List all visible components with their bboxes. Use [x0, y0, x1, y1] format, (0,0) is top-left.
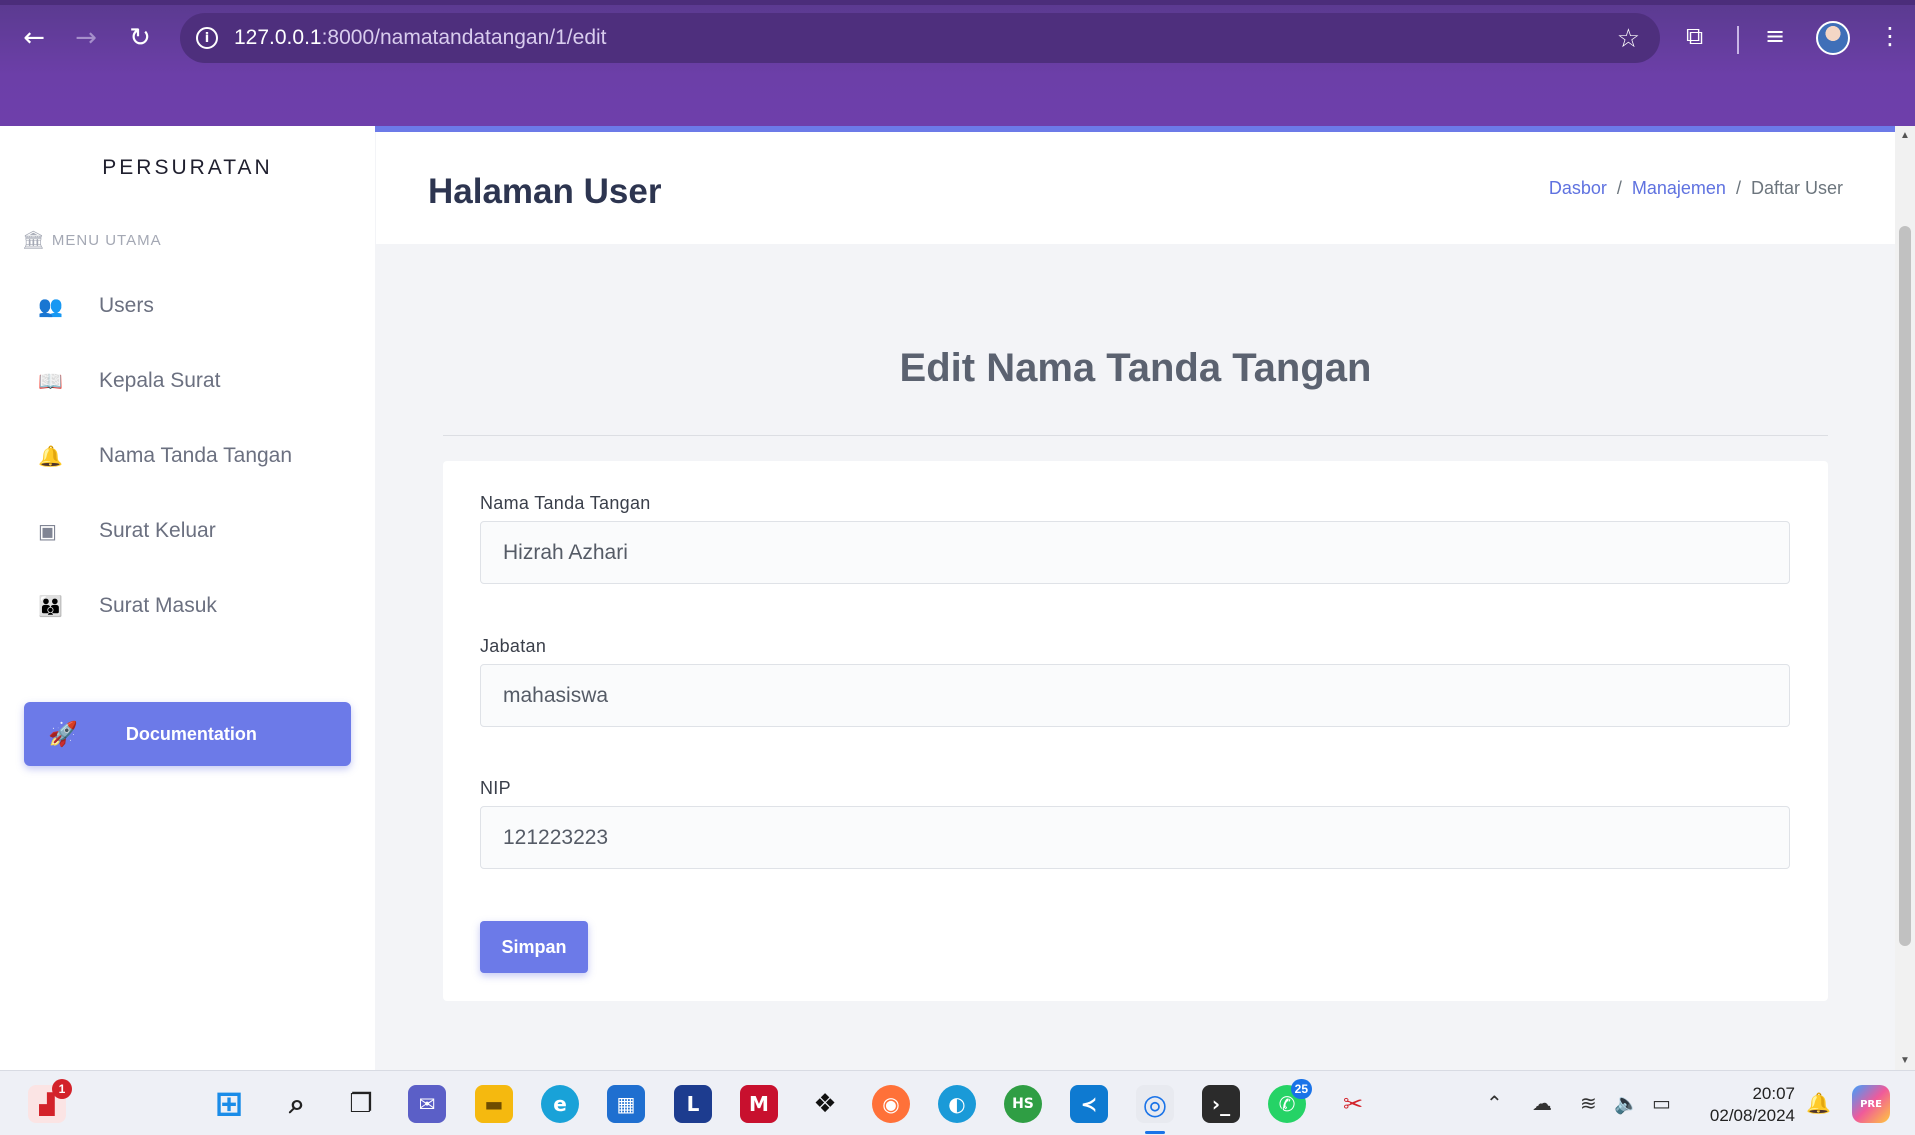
more-menu-icon[interactable]: ⋮	[1878, 22, 1902, 50]
bell-icon: 🔔	[38, 444, 63, 468]
sidebar: PERSURATAN 🏛 MENU UTAMA 👥 Users 📖 Kepala…	[0, 126, 375, 1070]
whatsapp-icon[interactable]: ✆ 25	[1268, 1079, 1312, 1123]
url-text: 127.0.0.1:8000/namatandatangan/1/edit	[234, 26, 607, 49]
snipping-tool-icon[interactable]: ✂	[1334, 1085, 1372, 1123]
page-title: Halaman User	[428, 172, 662, 211]
scroll-down-icon[interactable]: ▼	[1900, 1055, 1910, 1066]
address-bar[interactable]: i 127.0.0.1:8000/namatandatangan/1/edit …	[180, 13, 1660, 63]
edge-icon[interactable]: e	[541, 1085, 579, 1123]
sidebar-item-label: Surat Masuk	[99, 594, 217, 617]
menu-heading: 🏛 MENU UTAMA	[22, 230, 162, 251]
teams-icon[interactable]: ✉	[408, 1085, 446, 1123]
divider	[443, 435, 1828, 436]
nama-tanda-tangan-label: Nama Tanda Tangan	[480, 493, 651, 513]
edit-form-card: Nama Tanda Tangan Jabatan NIP Simpan	[443, 461, 1828, 1001]
breadcrumb-current: Daftar User	[1750, 178, 1843, 198]
menu-heading-label: MENU UTAMA	[51, 232, 162, 249]
scrollbar-thumb[interactable]	[1899, 226, 1911, 946]
profile-avatar[interactable]	[1816, 21, 1850, 55]
institution-icon: 🏛	[22, 230, 46, 251]
system-clock[interactable]: 20:07 02/08/2024	[1710, 1083, 1795, 1127]
rocket-icon: 🚀	[48, 720, 78, 748]
taskbar: ▟ 1 ⊞ ⌕ ❐ ✉ ▬ e ▦ L M ❖ ◉ ◐ HS ≺ ◎ ›_ ✆ …	[0, 1070, 1915, 1135]
store-icon[interactable]: ▦	[607, 1085, 645, 1123]
firefox-icon[interactable]: ◉	[872, 1085, 910, 1123]
media-queue-icon[interactable]: ≡	[1765, 22, 1785, 50]
page-scrollbar[interactable]: ▲ ▼	[1895, 126, 1915, 1070]
breadcrumb-manajemen[interactable]: Manajemen	[1632, 178, 1726, 199]
browser-chrome: ← → ↻ i 127.0.0.1:8000/namatandatangan/1…	[0, 0, 1915, 126]
site-info-icon[interactable]: i	[196, 27, 218, 49]
search-icon[interactable]: ⌕	[278, 1085, 316, 1123]
jabatan-input[interactable]	[480, 664, 1790, 727]
sidebar-item-users[interactable]: 👥 Users	[0, 276, 375, 336]
vscode-icon[interactable]: ≺	[1070, 1085, 1108, 1123]
app-blue-icon[interactable]: ◐	[938, 1085, 976, 1123]
mcafee-icon[interactable]: M	[740, 1085, 778, 1123]
chalkboard-user-icon: ▣	[38, 519, 57, 543]
windows-start-icon[interactable]: ⊞	[210, 1084, 248, 1124]
save-button[interactable]: Simpan	[480, 921, 588, 973]
sidebar-item-nama-tanda-tangan[interactable]: 🔔 Nama Tanda Tangan	[0, 426, 375, 486]
reload-icon[interactable]: ↻	[122, 20, 158, 56]
bookmark-star-icon[interactable]: ☆	[1617, 24, 1640, 54]
back-icon[interactable]: ←	[16, 20, 52, 56]
battery-icon[interactable]: ▭	[1652, 1091, 1671, 1115]
sidebar-item-label: Kepala Surat	[99, 369, 221, 392]
users-icon: 👥	[38, 294, 63, 318]
active-app-indicator	[1145, 1131, 1165, 1134]
nama-tanda-tangan-input[interactable]	[480, 521, 1790, 584]
sidebar-item-kepala-surat[interactable]: 📖 Kepala Surat	[0, 351, 375, 411]
hs-app-icon[interactable]: HS	[1004, 1085, 1042, 1123]
breadcrumb-separator: /	[1735, 178, 1741, 198]
nip-label: NIP	[480, 778, 511, 798]
breadcrumb: Dasbor / Manajemen / Daftar User	[1549, 178, 1843, 199]
dropbox-icon[interactable]: ❖	[806, 1085, 844, 1123]
documentation-label: Documentation	[125, 723, 257, 744]
user-group-icon: 👪	[38, 594, 63, 618]
form-heading: Edit Nama Tanda Tangan	[899, 346, 1372, 390]
clock-date: 02/08/2024	[1709, 1106, 1795, 1125]
breadcrumb-dasbor[interactable]: Dasbor	[1549, 178, 1607, 199]
page-header: Halaman User Dasbor / Manajemen / Daftar…	[376, 132, 1895, 244]
forward-icon[interactable]: →	[68, 20, 104, 56]
scroll-up-icon[interactable]: ▲	[1900, 130, 1910, 141]
documentation-button[interactable]: 🚀 Documentation	[24, 702, 351, 766]
tab-strip	[0, 0, 1915, 5]
file-explorer-icon[interactable]: ▬	[475, 1085, 513, 1123]
letter-app-icon[interactable]: L	[674, 1085, 712, 1123]
terminal-icon[interactable]: ›_	[1202, 1085, 1240, 1123]
volume-icon[interactable]: 🔈	[1614, 1091, 1639, 1115]
book-icon: 📖	[38, 369, 63, 393]
sidebar-item-label: Surat Keluar	[99, 519, 216, 542]
sidebar-item-label: Users	[99, 294, 154, 317]
sidebar-item-surat-masuk[interactable]: 👪 Surat Masuk	[0, 576, 375, 636]
wifi-icon[interactable]: ≋	[1580, 1091, 1597, 1115]
extensions-icon[interactable]: ⧉	[1686, 22, 1703, 50]
chrome-icon[interactable]: ◎	[1136, 1085, 1174, 1123]
breadcrumb-separator: /	[1616, 178, 1622, 198]
jabatan-label: Jabatan	[480, 636, 547, 656]
whatsapp-badge: 25	[1290, 1079, 1312, 1099]
onedrive-icon[interactable]: ☁	[1532, 1091, 1552, 1115]
copilot-icon[interactable]: PRE	[1852, 1085, 1890, 1123]
sidebar-item-label: Nama Tanda Tangan	[99, 444, 293, 467]
notification-app-icon[interactable]: ▟ 1	[28, 1079, 72, 1123]
notification-bell-icon[interactable]: 🔔	[1806, 1091, 1831, 1115]
app-area: PERSURATAN 🏛 MENU UTAMA 👥 Users 📖 Kepala…	[0, 126, 1895, 1070]
clock-time: 20:07	[1752, 1084, 1795, 1103]
task-view-icon[interactable]: ❐	[342, 1085, 380, 1123]
brand-title: PERSURATAN	[102, 156, 273, 179]
chevron-up-icon[interactable]: ⌃	[1486, 1091, 1503, 1115]
toolbar-divider	[1737, 26, 1739, 54]
nip-input[interactable]	[480, 806, 1790, 869]
notification-badge: 1	[52, 1079, 72, 1099]
sidebar-item-surat-keluar[interactable]: ▣ Surat Keluar	[0, 501, 375, 561]
